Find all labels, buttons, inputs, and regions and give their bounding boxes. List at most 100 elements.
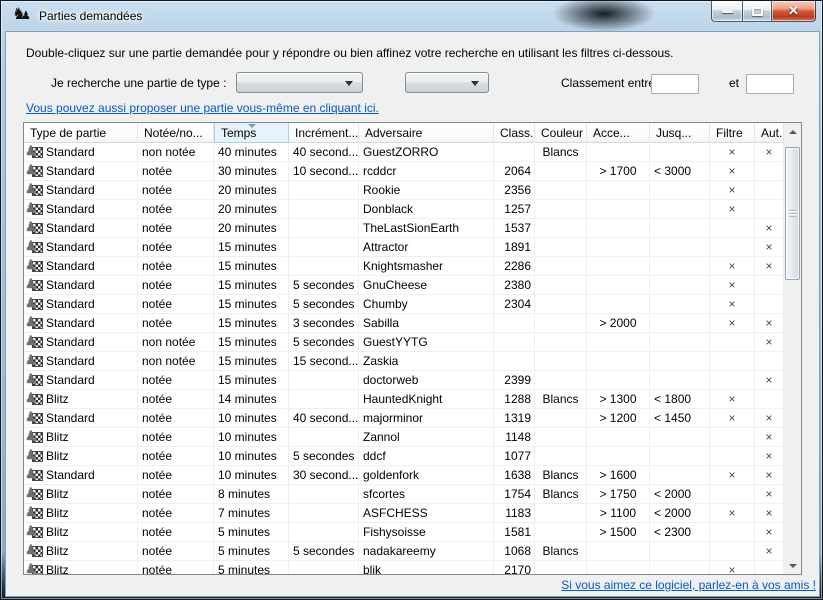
cell-time: 30 minutes [214,162,289,181]
cell-accept_min [587,181,650,200]
table-row[interactable]: ♟Standardnotée15 minutes5 secondesGnuChe… [24,276,784,295]
table-row[interactable]: ♟Standardnotée15 minutesAttractor1891× [24,238,784,257]
propose-game-link[interactable]: Vous pouvez aussi proposer une partie vo… [26,101,379,115]
cell-auto: × [755,523,784,542]
cell-rating: 2064 [494,162,535,181]
column-header-filter[interactable]: Filtre [710,123,755,143]
table-row[interactable]: ♟Standardnotée10 minutes40 second...majo… [24,409,784,428]
cell-rating: 2399 [494,371,535,390]
table-row[interactable]: ♟Blitznotée5 minutesblik2170× [24,561,784,574]
sort-descending-icon [248,124,256,128]
cell-accept_max [650,352,710,371]
scroll-down-button[interactable] [784,557,801,574]
cell-increment: 5 secondes [289,295,359,314]
cell-type: ♟Standard [24,409,138,428]
scroll-up-button[interactable] [784,123,801,140]
cell-type-label: Blitz [46,485,69,503]
maximize-icon [752,7,763,16]
cell-opponent: Attractor [359,238,494,257]
column-header-accept_max[interactable]: Jusq... [650,123,710,143]
pawn-glyph: ♟ [25,523,37,539]
cell-filter [710,542,755,561]
table-row[interactable]: ♟Standardnotée15 minutes3 secondesSabill… [24,314,784,333]
pawn-glyph: ♟ [25,466,37,482]
pawn-glyph: ♟ [25,162,37,178]
cell-color [535,257,587,276]
pawn-glyph: ♟ [25,485,37,501]
cell-rating [494,314,535,333]
column-header-rated[interactable]: Notée/no... [138,123,214,143]
chess-pawn-board-icon: ♟ [27,450,43,463]
table-row[interactable]: ♟Standardnotée20 minutesDonblack1257× [24,200,784,219]
table-row[interactable]: ♟Standardnotée20 minutesRookie2356× [24,181,784,200]
table-row[interactable]: ♟Blitznotée5 minutesFishysoisse1581> 150… [24,523,784,542]
arrow-up-icon [789,130,797,134]
dialog-content: Double-cliquez sur une partie demandée p… [5,31,820,597]
cell-type-label: Blitz [46,542,69,560]
table-row[interactable]: ♟Standardnon notée15 minutes15 second...… [24,352,784,371]
cell-rated: non notée [138,333,214,352]
cell-opponent: nadakareemy [359,542,494,561]
table-row[interactable]: ♟Standardnotée30 minutes10 second...rcdd… [24,162,784,181]
cell-accept_max [650,143,710,162]
rating-min-input[interactable] [651,74,699,94]
chess-pawn-board-icon: ♟ [27,165,43,178]
column-header-color[interactable]: Couleur [535,123,587,143]
cell-time: 15 minutes [214,295,289,314]
table-row[interactable]: ♟Standardnon notée40 minutes40 second...… [24,143,784,162]
column-header-auto[interactable]: Aut... [755,123,784,143]
cell-type: ♟Standard [24,333,138,352]
table-row[interactable]: ♟Standardnon notée15 minutes5 secondesGu… [24,333,784,352]
chess-pawn-board-icon: ♟ [27,298,43,311]
scrollbar-thumb[interactable] [785,147,800,280]
cell-time: 14 minutes [214,390,289,409]
games-table-body: ♟Standardnon notée40 minutes40 second...… [24,143,784,574]
table-row[interactable]: ♟Blitznotée5 minutes5 secondesnadakareem… [24,542,784,561]
table-row[interactable]: ♟Blitznotée10 minutes5 secondesddcf1077× [24,447,784,466]
rating-max-input[interactable] [746,74,794,94]
cell-rated: notée [138,466,214,485]
game-variant-combobox[interactable] [405,72,489,93]
cell-color [535,238,587,257]
cell-filter [710,333,755,352]
table-row[interactable]: ♟Blitznotée10 minutesZannol1148× [24,428,784,447]
minimize-button[interactable] [711,1,742,22]
share-link[interactable]: Si vous aimez ce logiciel, parlez-en à v… [561,578,816,592]
cell-type-label: Standard [46,371,95,389]
cell-time: 15 minutes [214,238,289,257]
cell-type-label: Standard [46,162,95,180]
cell-type: ♟Standard [24,238,138,257]
cell-type: ♟ Blitz [24,485,138,504]
cell-time: 15 minutes [214,314,289,333]
table-row[interactable]: ♟Standardnotée15 minutesKnightsmasher228… [24,257,784,276]
cell-accept_max: < 1450 [650,409,710,428]
column-header-increment[interactable]: Incrément... [289,123,359,143]
table-row[interactable]: ♟Blitznotée7 minutesASFCHESS1183> 1100< … [24,504,784,523]
table-row[interactable]: ♟Standardnotée10 minutes30 second...gold… [24,466,784,485]
column-header-time[interactable]: Temps [214,123,289,143]
cell-rating: 2170 [494,561,535,574]
cell-accept_max [650,314,710,333]
column-header-opponent[interactable]: Adversaire [359,123,494,143]
column-header-accept_min[interactable]: Acce... [587,123,650,143]
table-row[interactable]: ♟Blitznotée8 minutessfcortes1754Blancs> … [24,485,784,504]
chess-pawn-board-icon: ♟ [27,431,43,444]
pawn-glyph: ♟ [25,504,37,520]
table-row[interactable]: ♟Standardnotée15 minutes5 secondesChumby… [24,295,784,314]
table-row[interactable]: ♟Standardnotée15 minutesdoctorweb2399× [24,371,784,390]
column-header-type[interactable]: Type de partie [24,123,138,143]
table-row[interactable]: ♟Standardnotée20 minutesTheLastSionEarth… [24,219,784,238]
cell-accept_min: > 1300 [587,390,650,409]
cell-time: 10 minutes [214,466,289,485]
pawn-glyph: ♟ [25,295,37,311]
table-row[interactable]: ♟Blitznotée14 minutesHauntedKnight1288Bl… [24,390,784,409]
cell-filter: × [710,181,755,200]
cell-type-label: Standard [46,257,95,275]
titlebar[interactable]: ♞ ♟ Parties demandées ✕ [1,1,822,31]
close-button[interactable]: ✕ [772,1,816,22]
cell-accept_max [650,371,710,390]
game-type-combobox[interactable] [236,72,363,93]
maximize-button[interactable] [742,1,772,22]
vertical-scrollbar[interactable] [784,123,801,574]
column-header-rating[interactable]: Class... [494,123,535,143]
